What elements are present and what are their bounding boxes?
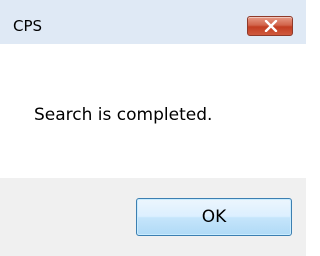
window-title: CPS: [13, 17, 43, 35]
message-text: Search is completed.: [34, 105, 213, 125]
close-button[interactable]: [247, 16, 293, 36]
title-bar[interactable]: CPS: [0, 0, 306, 44]
message-dialog: CPS Search is completed. OK: [0, 0, 306, 256]
close-icon: [264, 20, 278, 32]
button-footer: OK: [0, 178, 306, 256]
ok-button[interactable]: OK: [136, 198, 292, 236]
